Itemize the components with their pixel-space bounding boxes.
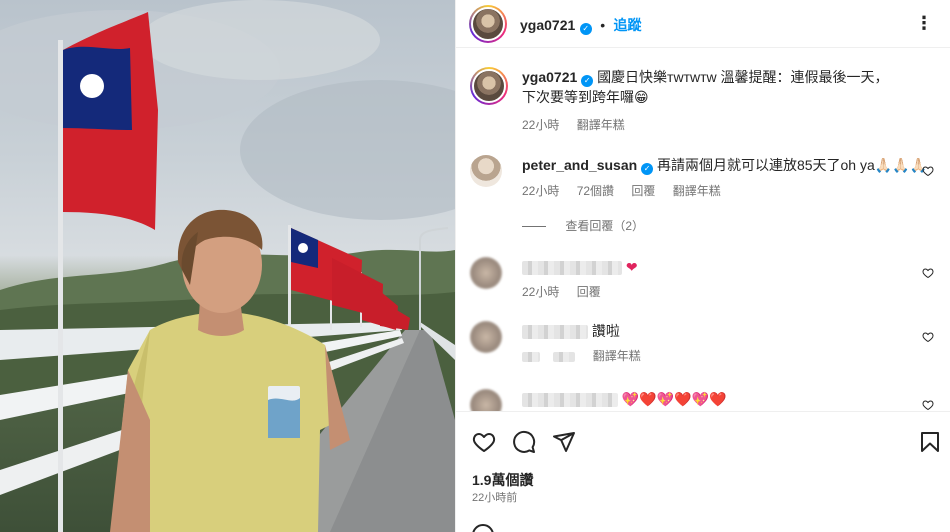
caption-translate-link[interactable]: 翻譯年糕 xyxy=(577,118,625,132)
comment-item: 讚啦 翻譯年糕 xyxy=(470,321,940,371)
verified-badge-icon: ✓ xyxy=(641,163,654,175)
blurred-username xyxy=(522,393,618,408)
comment-text: 再請兩個月就可以連放85天了oh ya🙏🏻🙏🏻🙏🏻 xyxy=(656,157,928,173)
bookmark-icon[interactable] xyxy=(918,430,942,454)
commenter-avatar[interactable] xyxy=(470,389,502,411)
verified-badge-icon: ✓ xyxy=(579,23,592,35)
comment-time[interactable]: 22小時 xyxy=(522,285,559,299)
post-header: yga0721 ✓ • 追蹤 ⋮ xyxy=(456,0,950,48)
post-time[interactable]: 22小時前 xyxy=(472,489,517,505)
comment-meta: 22小時 72個讚 回覆 翻譯年糕 xyxy=(522,182,735,199)
comment-like-heart-icon[interactable] xyxy=(922,399,934,411)
comment-item: peter_and_susan ✓ 再請兩個月就可以連放85天了oh ya🙏🏻🙏… xyxy=(470,155,940,235)
comment-like-heart-icon[interactable] xyxy=(922,165,934,177)
caption-time[interactable]: 22小時 xyxy=(522,118,559,132)
commenter-avatar[interactable] xyxy=(470,155,502,187)
caption-avatar[interactable] xyxy=(470,67,508,105)
share-icon[interactable] xyxy=(552,430,576,454)
comment-meta: 翻譯年糕 xyxy=(522,347,655,364)
comment-body: peter_and_susan ✓ 再請兩個月就可以連放85天了oh ya🙏🏻🙏… xyxy=(522,155,927,175)
comment-item: 💖❤️💖❤️💖❤️ xyxy=(470,389,940,411)
caption-username[interactable]: yga0721 xyxy=(522,69,577,85)
view-replies-button[interactable]: 查看回覆（2） xyxy=(522,217,644,234)
more-options-icon[interactable]: ⋮ xyxy=(915,14,933,32)
comment-text: 💖❤️💖❤️💖❤️ xyxy=(621,391,727,407)
commenter-avatar[interactable] xyxy=(470,321,502,353)
comment-likes[interactable]: 72個讚 xyxy=(577,184,614,198)
reply-button[interactable]: 回覆 xyxy=(577,285,601,299)
caption-text: 國慶日快樂ᴛᴡᴛᴡᴛᴡ 溫馨提醒：連假最後一天，下次要等到跨年囉😁 xyxy=(522,69,889,105)
follow-button[interactable]: 追蹤 xyxy=(614,17,642,33)
reply-button[interactable]: 回覆 xyxy=(631,184,655,198)
separator-dot: • xyxy=(600,17,606,33)
header-user: yga0721 ✓ • 追蹤 xyxy=(520,15,642,35)
comment-input-avatar-stub xyxy=(472,524,494,532)
post-actions: 1.9萬個讚 22小時前 xyxy=(456,411,950,532)
comment-translate-link[interactable]: 翻譯年糕 xyxy=(673,184,721,198)
comment-icon[interactable] xyxy=(512,430,536,454)
author-username[interactable]: yga0721 xyxy=(520,17,575,33)
caption: yga0721 ✓ 國慶日快樂ᴛᴡᴛᴡᴛᴡ 溫馨提醒：連假最後一天，下次要等到跨… xyxy=(470,67,940,147)
comment-text: ❤ xyxy=(625,259,638,275)
comment-meta: 22小時 回覆 xyxy=(522,283,615,300)
commenter-avatar[interactable] xyxy=(470,257,502,289)
replies-divider xyxy=(522,226,546,228)
verified-badge-icon: ✓ xyxy=(581,75,594,87)
comments-list[interactable]: yga0721 ✓ 國慶日快樂ᴛᴡᴛᴡᴛᴡ 溫馨提醒：連假最後一天，下次要等到跨… xyxy=(456,49,950,411)
comment-like-heart-icon[interactable] xyxy=(922,267,934,279)
comment-item: ❤ 22小時 回覆 xyxy=(470,257,940,307)
comment-text: 讚啦 xyxy=(591,323,620,339)
post-photo-illustration xyxy=(0,0,455,532)
author-avatar[interactable] xyxy=(469,5,507,43)
comment-body: 💖❤️💖❤️💖❤️ xyxy=(522,389,902,409)
view-replies-label[interactable]: 查看回覆（2） xyxy=(565,219,644,233)
caption-body: yga0721 ✓ 國慶日快樂ᴛᴡᴛᴡᴛᴡ 溫馨提醒：連假最後一天，下次要等到跨… xyxy=(522,67,902,107)
likes-count[interactable]: 1.9萬個讚 xyxy=(472,470,533,490)
commenter-username[interactable]: peter_and_susan xyxy=(522,157,637,173)
comment-time[interactable]: 22小時 xyxy=(522,184,559,198)
heart-icon[interactable] xyxy=(472,430,496,454)
blurred-username xyxy=(522,261,622,276)
blurred-likes xyxy=(553,351,576,362)
comment-translate-link[interactable]: 翻譯年糕 xyxy=(593,349,641,363)
blurred-username xyxy=(522,325,588,340)
comment-like-heart-icon[interactable] xyxy=(922,331,934,343)
caption-meta: 22小時 翻譯年糕 xyxy=(522,116,639,133)
comment-body: 讚啦 xyxy=(522,321,902,341)
post-side-panel: yga0721 ✓ • 追蹤 ⋮ yga0721 ✓ 國慶日快樂ᴛᴡᴛᴡᴛᴡ 溫… xyxy=(455,0,950,532)
comment-body: ❤ xyxy=(522,257,902,277)
blurred-time xyxy=(522,351,540,362)
post-photo[interactable] xyxy=(0,0,455,532)
